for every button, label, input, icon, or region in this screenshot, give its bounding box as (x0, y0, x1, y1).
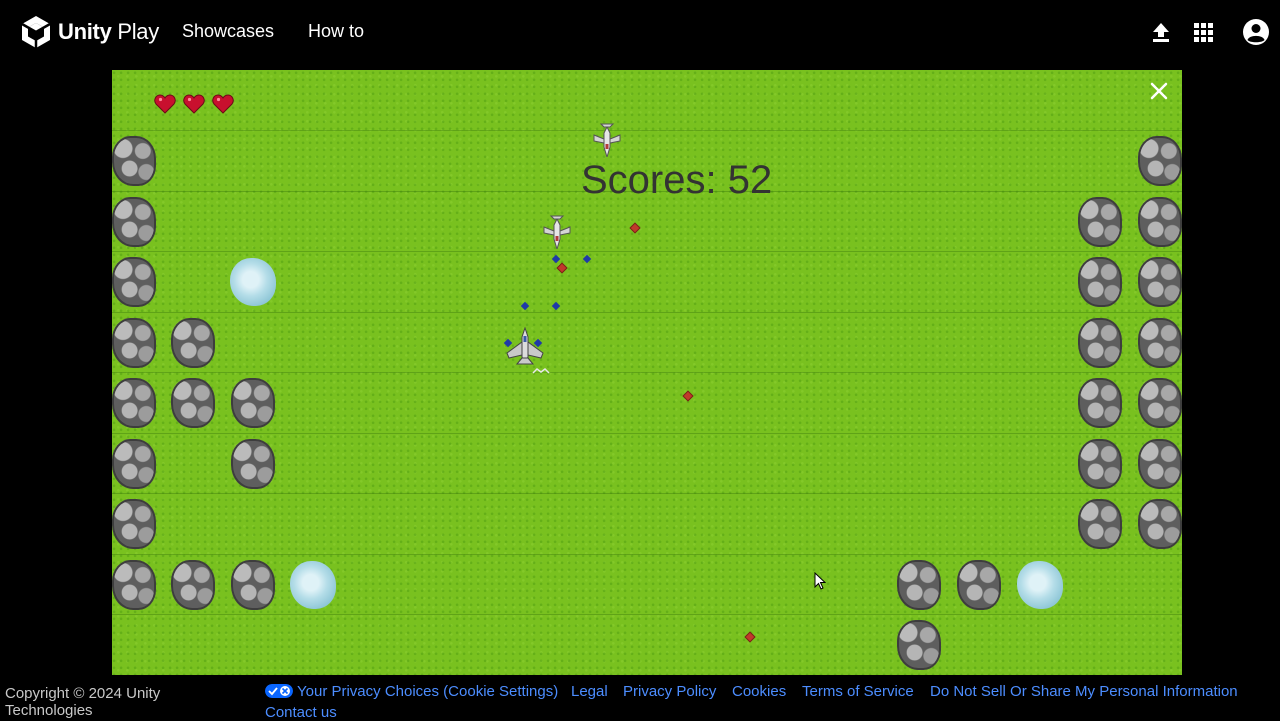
rock-obstacle (897, 560, 941, 610)
apps-grid-icon[interactable] (1194, 23, 1213, 42)
tile-row-divider (112, 312, 1182, 313)
game-canvas[interactable]: Scores: 52 (112, 70, 1182, 675)
rock-obstacle (1078, 318, 1122, 368)
player-bullet (582, 254, 592, 264)
privacy-policy-link[interactable]: Privacy Policy (623, 683, 716, 700)
contact-us-link[interactable]: Contact us (265, 704, 337, 721)
water-pond (1017, 561, 1063, 609)
tile-row-divider (112, 614, 1182, 615)
tile-row-divider (112, 251, 1182, 252)
rock-obstacle (1078, 378, 1122, 428)
rock-obstacle (1138, 257, 1182, 307)
terms-of-service-link[interactable]: Terms of Service (802, 683, 914, 700)
player-shadow (532, 368, 550, 374)
tile-row-divider (112, 493, 1182, 494)
enemy-plane (593, 123, 621, 157)
privacy-choices-link[interactable]: Your Privacy Choices (Cookie Settings) (297, 683, 558, 700)
enemy-bullet (745, 632, 755, 642)
rock-obstacle (1138, 378, 1182, 428)
mouse-cursor-icon (814, 572, 826, 590)
rock-obstacle (1138, 439, 1182, 489)
unity-cube-icon (21, 16, 51, 48)
upload-icon[interactable] (1152, 22, 1170, 42)
rock-obstacle (112, 136, 156, 186)
player-bullet (520, 301, 530, 311)
rock-obstacle (112, 439, 156, 489)
rock-obstacle (231, 439, 275, 489)
score-text: Scores: 52 (581, 158, 773, 202)
enemy-bullet (630, 223, 640, 233)
water-pond (290, 561, 336, 609)
rock-obstacle (1078, 197, 1122, 247)
rock-obstacle (1078, 439, 1122, 489)
heart-life-icon (154, 94, 176, 114)
footer: Copyright © 2024 Unity Technologies Your… (0, 675, 1280, 721)
nav-link-how-to[interactable]: How to (308, 21, 364, 42)
rock-obstacle (1078, 499, 1122, 549)
tile-row-divider (112, 130, 1182, 131)
tile-row-divider (112, 433, 1182, 434)
rock-obstacle (1138, 136, 1182, 186)
close-icon[interactable] (1148, 80, 1170, 102)
player-plane (506, 327, 544, 365)
top-nav: Unity Play Showcases How to (0, 0, 1280, 70)
water-pond (230, 258, 276, 306)
rock-obstacle (171, 318, 215, 368)
player-bullet (551, 254, 561, 264)
rock-obstacle (112, 257, 156, 307)
rock-obstacle (171, 378, 215, 428)
rock-obstacle (112, 560, 156, 610)
enemy-bullet (683, 391, 693, 401)
enemy-bullet (557, 263, 567, 273)
rock-obstacle (171, 560, 215, 610)
player-bullet (551, 301, 561, 311)
do-not-sell-link[interactable]: Do Not Sell Or Share My Personal Informa… (930, 683, 1238, 700)
nav-link-showcases[interactable]: Showcases (182, 21, 274, 42)
rock-obstacle (1138, 197, 1182, 247)
enemy-plane (543, 215, 571, 249)
logo-text: Unity Play (58, 19, 159, 44)
rock-obstacle (112, 318, 156, 368)
privacy-choices-icon[interactable] (265, 684, 293, 698)
legal-link[interactable]: Legal (571, 683, 608, 700)
rock-obstacle (112, 499, 156, 549)
rock-obstacle (112, 197, 156, 247)
unity-play-logo[interactable]: Unity Play (20, 15, 159, 49)
rock-obstacle (1078, 257, 1122, 307)
rock-obstacle (231, 378, 275, 428)
heart-life-icon (183, 94, 205, 114)
rock-obstacle (1138, 499, 1182, 549)
tile-row-divider (112, 554, 1182, 555)
rock-obstacle (112, 378, 156, 428)
cookies-link[interactable]: Cookies (732, 683, 786, 700)
rock-obstacle (1138, 318, 1182, 368)
rock-obstacle (897, 620, 941, 670)
tile-row-divider (112, 372, 1182, 373)
heart-life-icon (212, 94, 234, 114)
copyright-text: Copyright © 2024 Unity Technologies (5, 685, 161, 719)
rock-obstacle (231, 560, 275, 610)
account-icon[interactable] (1242, 18, 1270, 46)
rock-obstacle (957, 560, 1001, 610)
